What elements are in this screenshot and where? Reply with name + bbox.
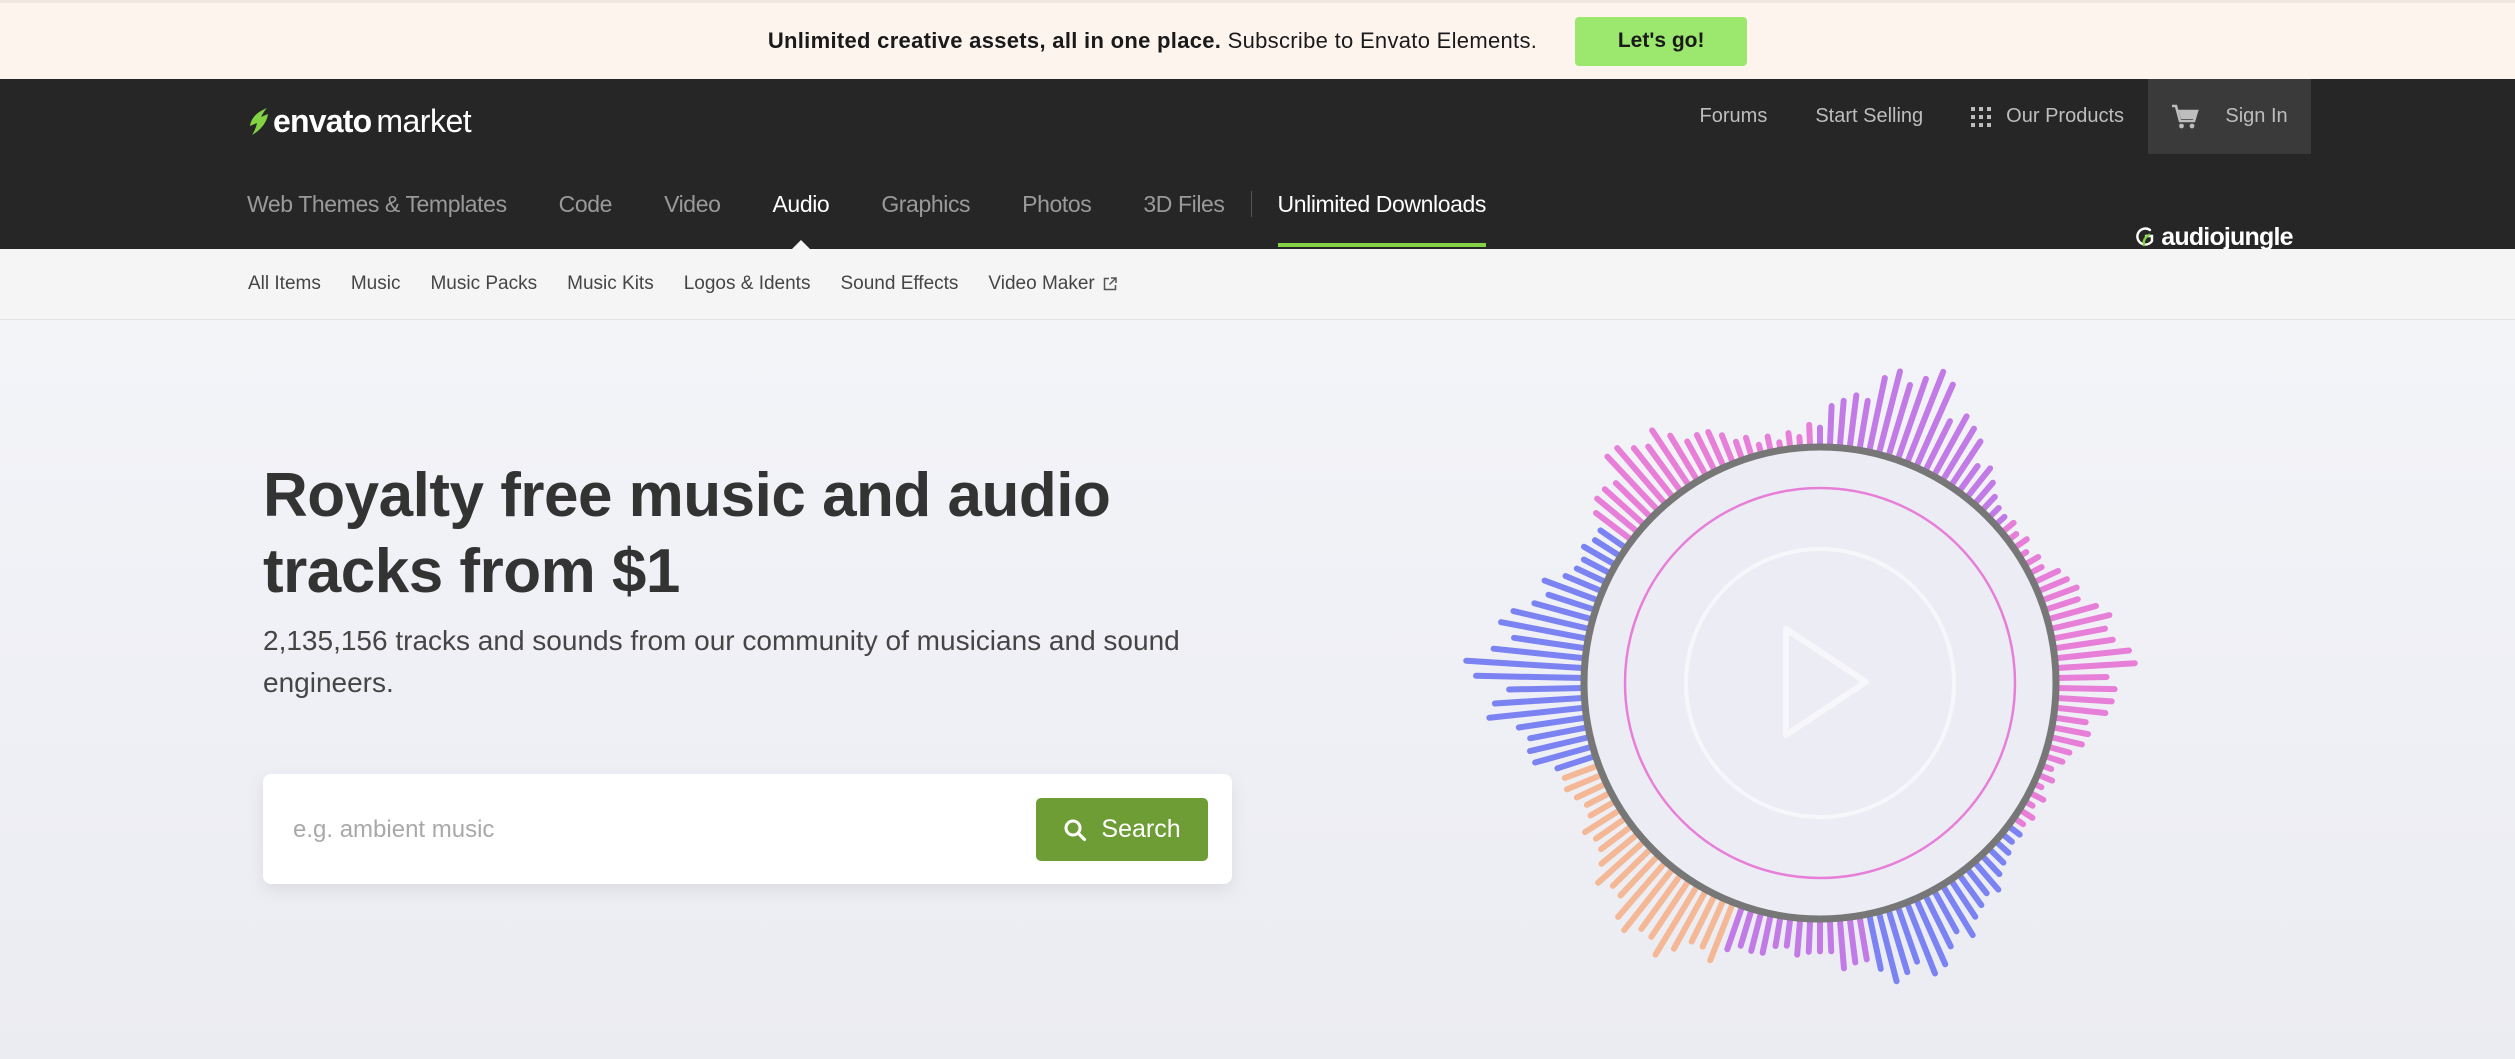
waveform-bar [2048, 724, 2091, 738]
promo-banner: Unlimited creative assets, all in one pl… [0, 0, 2515, 79]
category-code[interactable]: Code [559, 179, 613, 247]
audiojungle-logo-icon [2136, 227, 2154, 247]
sign-in-area: Sign In [2148, 79, 2311, 154]
external-link-icon [1103, 277, 1117, 291]
waveform-bar [1836, 397, 1847, 451]
waveform-bar [1515, 714, 1590, 731]
waveform-bar [1805, 915, 1814, 955]
waveform-bar [1846, 392, 1860, 452]
subnav-music-kits[interactable]: Music Kits [567, 273, 654, 295]
audio-subnav: All Items Music Music Packs Music Kits L… [0, 249, 2515, 320]
waveform-bar [1783, 914, 1794, 949]
waveform-bar [1491, 694, 1588, 707]
video-maker-label: Video Maker [988, 273, 1095, 294]
category-web-themes[interactable]: Web Themes & Templates [247, 179, 507, 247]
waveform-bar [2051, 704, 2109, 716]
utility-nav: Forums Start Selling Our Products Sign I… [1652, 79, 2311, 154]
envato-market-logo[interactable]: envato market [247, 101, 472, 141]
hero-title: Royalty free music and audio tracks from… [263, 461, 1111, 606]
search-button-label: Search [1101, 815, 1181, 843]
promo-subscribe-text: Subscribe to Envato Elements. [1227, 28, 1538, 53]
sign-in-link[interactable]: Sign In [2225, 105, 2287, 128]
subnav-logos-idents[interactable]: Logos & Idents [684, 273, 811, 295]
subnav-all-items[interactable]: All Items [248, 273, 321, 295]
grid-icon [1971, 106, 1992, 127]
subnav-music[interactable]: Music [351, 273, 401, 295]
audiojungle-label: audiojungle [2161, 222, 2293, 251]
player-outer-ring [1580, 443, 2060, 923]
search-button[interactable]: Search [1036, 798, 1208, 861]
category-graphics[interactable]: Graphics [881, 179, 970, 247]
waveform-bar [1486, 704, 1589, 721]
category-audio[interactable]: Audio [772, 179, 830, 249]
waveform-bar [1856, 397, 1871, 454]
waveform-bar [2051, 647, 2132, 662]
subnav-video-maker[interactable]: Video Maker [988, 273, 1117, 295]
waveform-bar [1506, 684, 1588, 693]
waveform-bar [1856, 912, 1870, 963]
category-divider [1250, 191, 1252, 217]
waveform-bar [1490, 645, 1589, 662]
unlimited-downloads-link[interactable]: Unlimited Downloads [1277, 179, 1486, 247]
waveform-bar [1748, 908, 1765, 954]
category-video[interactable]: Video [664, 179, 721, 247]
waveform-bar [1463, 657, 1588, 672]
waveform-bar [1688, 891, 1719, 945]
waveform-bar [2052, 694, 2115, 705]
promo-bold-text: Unlimited creative assets, all in one pl… [767, 28, 1222, 53]
waveform-bar [1794, 915, 1804, 958]
waveform-bar [1826, 915, 1835, 955]
hero-subtitle: 2,135,156 tracks and sounds from our com… [263, 625, 1180, 698]
category-photos[interactable]: Photos [1022, 179, 1092, 247]
waveform-bar [2050, 714, 2089, 726]
search-card: Search [263, 774, 1232, 884]
waveform-bar [1772, 912, 1784, 950]
waveform-bar [2052, 684, 2118, 693]
waveform-bar [1759, 910, 1774, 956]
logo-suffix: market [376, 102, 472, 139]
waveform-bar [1473, 672, 1588, 682]
waveform-bar [2050, 636, 2116, 652]
promo-text: Unlimited creative assets, all in one pl… [768, 28, 1537, 54]
search-input[interactable] [291, 802, 955, 858]
waveform-bar [1836, 915, 1847, 972]
envato-leaf-icon [250, 108, 268, 135]
category-3d-files[interactable]: 3D Files [1143, 179, 1225, 247]
category-nav: Web Themes & Templates Code Video Audio … [247, 179, 1538, 249]
our-products-label: Our Products [2006, 105, 2124, 127]
logo-word: envato [273, 102, 372, 139]
waveform-bar [2046, 733, 2085, 748]
audio-visualizer [1463, 368, 2138, 985]
subnav-sound-effects[interactable]: Sound Effects [840, 273, 958, 295]
waveform-bar [2052, 673, 2110, 682]
waveform-bar [1846, 914, 1859, 966]
forums-link[interactable]: Forums [1700, 105, 1768, 128]
search-icon [1064, 819, 1087, 841]
waveform-bar [1947, 876, 1979, 920]
start-selling-link[interactable]: Start Selling [1815, 105, 1923, 128]
our-products-menu[interactable]: Our Products [1971, 105, 2124, 128]
waveform-bar [2052, 660, 2138, 672]
subnav-music-packs[interactable]: Music Packs [430, 273, 537, 295]
waveform-bar [1826, 403, 1835, 451]
waveform-bar [2048, 625, 2108, 642]
lets-go-button[interactable]: Let's go! [1575, 16, 1748, 66]
cart-icon[interactable] [2171, 104, 2200, 130]
